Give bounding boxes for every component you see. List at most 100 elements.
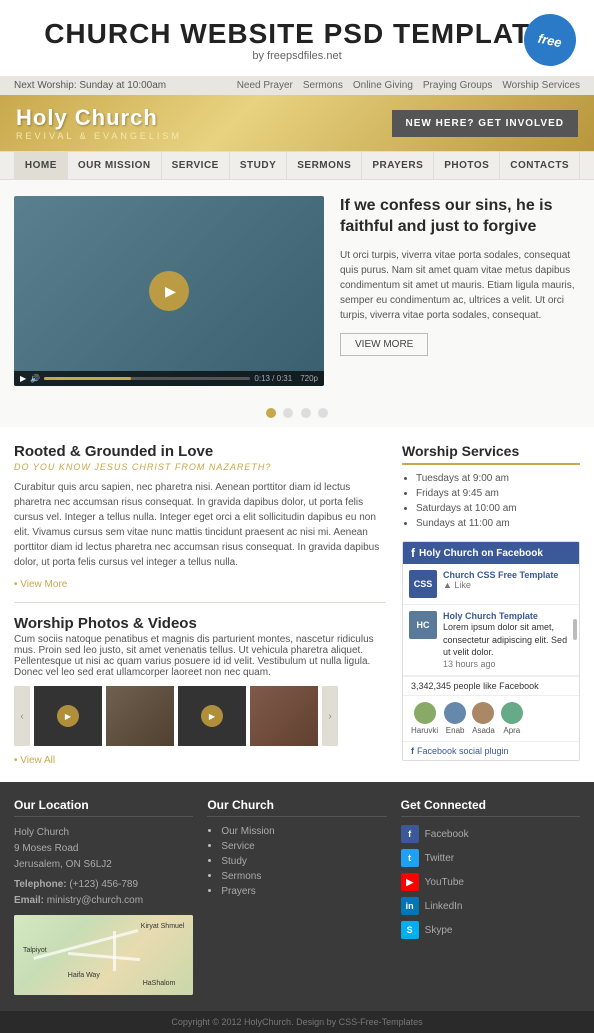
topbar-link-praying[interactable]: Praying Groups: [423, 80, 492, 91]
view-all-link[interactable]: • View All: [14, 755, 55, 766]
logo-bar: Holy Church REVIVAL & EVANGELISM NEW HER…: [0, 95, 594, 151]
nav-sermons[interactable]: SERMONS: [287, 152, 362, 179]
map-label-2: Talpiyot: [23, 947, 47, 954]
nav-home[interactable]: HOME: [14, 152, 68, 179]
photo-thumb-1[interactable]: ▶: [34, 686, 102, 746]
hero-heading: If we confess our sins, he is faithful a…: [340, 196, 580, 238]
facebook-icon: f: [411, 546, 415, 560]
fb-mini-name-2: Enab: [446, 726, 465, 735]
volume-icon[interactable]: 🔊: [30, 374, 40, 383]
dot-1[interactable]: [266, 408, 276, 418]
photo-thumb-2[interactable]: [106, 686, 174, 746]
social-facebook[interactable]: f Facebook: [401, 825, 580, 843]
video-overlay: [14, 196, 324, 386]
worship-time-4: Sundays at 11:00 am: [416, 518, 580, 529]
photos-title: Worship Photos & Videos: [14, 615, 386, 632]
nav-prayers[interactable]: PRAYERS: [362, 152, 434, 179]
hero-video[interactable]: ▶ 🔊 0:13 / 0:31 720p: [14, 196, 324, 386]
footer-link-prayers[interactable]: Prayers: [221, 886, 255, 897]
social-youtube[interactable]: ▶ YouTube: [401, 873, 580, 891]
skype-label: Skype: [425, 925, 453, 936]
fb-mini-name-4: Apra: [503, 726, 520, 735]
footer-link-sermons[interactable]: Sermons: [221, 871, 261, 882]
next-worship-text: Next Worship: Sunday at 10:00am: [14, 80, 166, 91]
play-button[interactable]: [149, 271, 189, 311]
footer-social: Get Connected f Facebook t Twitter ▶ You…: [401, 798, 580, 995]
topbar-link-prayer[interactable]: Need Prayer: [237, 80, 293, 91]
footer-link-service[interactable]: Service: [221, 841, 254, 852]
map-background: Kiryat Shmuel Talpiyot Haifa Way HaShalo…: [14, 915, 193, 995]
worship-title: Worship Services: [402, 443, 580, 465]
footer-location-title: Our Location: [14, 798, 193, 817]
footer-email: Email: ministry@church.com: [14, 893, 193, 909]
worship-time-2: Fridays at 9:45 am: [416, 488, 580, 499]
page-header: CHURCH WEBSITE PSD TEMPLATE by freepsdfi…: [0, 0, 594, 76]
photo-thumb-3[interactable]: ▶: [178, 686, 246, 746]
fb-mini-name-1: Haruvki: [411, 726, 438, 735]
topbar-link-giving[interactable]: Online Giving: [353, 80, 413, 91]
section-love-subtitle: Do You Know Jesus Christ From Nazareth?: [14, 462, 386, 472]
social-twitter[interactable]: t Twitter: [401, 849, 580, 867]
footer-phone: Telephone: (+123) 456-789: [14, 877, 193, 893]
twitter-social-icon: t: [401, 849, 419, 867]
fb-post-1-like[interactable]: ▲ Like: [443, 580, 558, 590]
section-love-title: Rooted & Grounded in Love: [14, 443, 386, 460]
footer-link-study[interactable]: Study: [221, 856, 247, 867]
footer-church: Our Church Our Mission Service Study Ser…: [207, 798, 386, 995]
section-love-view-more[interactable]: • View More: [14, 579, 67, 590]
hero-section: ▶ 🔊 0:13 / 0:31 720p If we confess our s…: [0, 180, 594, 402]
page-header-wrap: CHURCH WEBSITE PSD TEMPLATE by freepsdfi…: [0, 0, 594, 76]
content-area: Rooted & Grounded in Love Do You Know Je…: [0, 427, 594, 782]
footer-address1: 9 Moses Road: [14, 841, 193, 857]
photo-prev-button[interactable]: ‹: [14, 686, 30, 746]
fb-post-2-text: Lorem ipsum dolor sit amet, consectetur …: [443, 621, 573, 659]
nav-contacts[interactable]: CONTACTS: [500, 152, 580, 179]
fb-mini-avatar-3: [472, 702, 494, 724]
thumb-play-3: ▶: [201, 705, 223, 727]
nav-mission[interactable]: OUR MISSION: [68, 152, 162, 179]
nav-study[interactable]: STUDY: [230, 152, 287, 179]
hero-view-more-button[interactable]: VIEW MORE: [340, 333, 428, 356]
youtube-social-icon: ▶: [401, 873, 419, 891]
topbar-link-worship[interactable]: Worship Services: [502, 80, 580, 91]
fb-av-1: Haruvki: [411, 702, 438, 735]
map-road-2: [68, 952, 140, 961]
fb-avatars-row: Haruvki Enab Asada Apra: [403, 696, 579, 741]
social-linkedin[interactable]: in LinkedIn: [401, 897, 580, 915]
video-progress-bar[interactable]: [44, 377, 250, 380]
facebook-title-text: Holy Church on Facebook: [419, 548, 543, 559]
fb-mini-avatar-4: [501, 702, 523, 724]
footer-social-title: Get Connected: [401, 798, 580, 817]
cta-button[interactable]: NEW HERE? GET INVOLVED: [392, 110, 579, 137]
content-sidebar: Worship Services Tuesdays at 9:00 am Fri…: [402, 443, 580, 766]
photo-next-button[interactable]: ›: [322, 686, 338, 746]
map-road-3: [113, 931, 116, 971]
fb-post-1-name[interactable]: Church CSS Free Template: [443, 570, 558, 580]
nav-photos[interactable]: PHOTOS: [434, 152, 500, 179]
phone-label: Telephone:: [14, 879, 67, 890]
photo-thumb-4[interactable]: [250, 686, 318, 746]
facebook-box: f Holy Church on Facebook CSS Church CSS…: [402, 541, 580, 761]
footer-address2: Jerusalem, ON S6LJ2: [14, 857, 193, 873]
topbar-link-sermons[interactable]: Sermons: [303, 80, 343, 91]
nav-service[interactable]: SERVICE: [162, 152, 230, 179]
video-time: 0:13 / 0:31: [254, 374, 292, 383]
dot-4[interactable]: [318, 408, 328, 418]
page-title: CHURCH WEBSITE PSD TEMPLATE: [44, 18, 550, 50]
photo-strip: ‹ ▶ ▶ ›: [14, 686, 386, 746]
hero-text: If we confess our sins, he is faithful a…: [324, 196, 580, 386]
dot-2[interactable]: [283, 408, 293, 418]
fb-av-2: Enab: [444, 702, 466, 735]
copyright-text: Copyright © 2012 HolyChurch. Design by C…: [171, 1017, 422, 1027]
play-icon[interactable]: ▶: [20, 374, 26, 383]
dot-3[interactable]: [301, 408, 311, 418]
footer-church-links: Our Mission Service Study Sermons Prayer…: [207, 825, 386, 897]
footer: Our Location Holy Church 9 Moses Road Je…: [0, 782, 594, 1011]
church-tagline: REVIVAL & EVANGELISM: [16, 131, 182, 141]
fb-post-2-name[interactable]: Holy Church Template: [443, 611, 573, 621]
footer-link-mission[interactable]: Our Mission: [221, 826, 274, 837]
fb-av-4: Apra: [501, 702, 523, 735]
logo-text: Holy Church REVIVAL & EVANGELISM: [16, 105, 182, 141]
map-label-3: Haifa Way: [68, 972, 100, 979]
phone-number: (+123) 456-789: [69, 879, 138, 890]
